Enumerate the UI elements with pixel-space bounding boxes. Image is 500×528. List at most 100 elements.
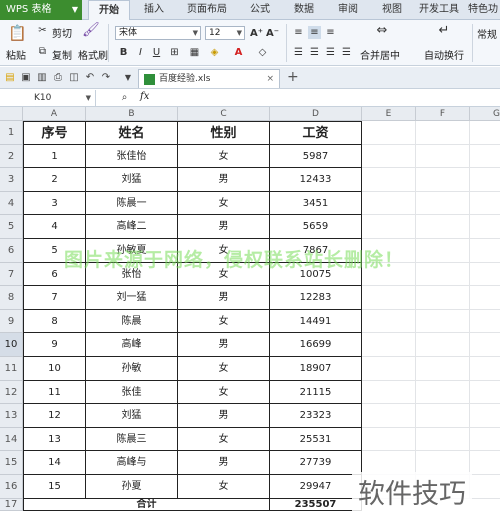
table-cell[interactable]: 女 xyxy=(178,357,270,381)
empty-cell[interactable] xyxy=(416,262,470,287)
table-cell[interactable]: 3451 xyxy=(270,191,362,216)
empty-cell[interactable] xyxy=(416,239,470,263)
tab-start[interactable]: 开始 xyxy=(88,0,130,20)
merge-cells-icon[interactable]: ▦ xyxy=(188,46,201,59)
table-cell[interactable]: 13 xyxy=(23,427,86,452)
empty-cell[interactable] xyxy=(470,263,500,287)
file-tab[interactable]: 百度经验.xls × xyxy=(138,69,280,88)
empty-cell[interactable] xyxy=(470,145,500,169)
table-cell[interactable]: 23323 xyxy=(270,404,362,428)
row-header-15[interactable]: 15 xyxy=(0,451,23,475)
table-cell[interactable]: 女 xyxy=(178,380,270,405)
table-cell[interactable]: 12 xyxy=(23,404,86,428)
empty-cell[interactable] xyxy=(416,404,470,428)
empty-cell[interactable] xyxy=(470,239,500,263)
row-header-4[interactable]: 4 xyxy=(0,191,23,216)
justify-icon[interactable]: ☰ xyxy=(340,46,353,59)
row-header-17[interactable]: 17 xyxy=(0,498,23,511)
export-icon[interactable]: ▥ xyxy=(36,71,48,84)
table-cell[interactable]: 16699 xyxy=(270,333,362,357)
empty-cell[interactable] xyxy=(470,357,500,381)
empty-cell[interactable] xyxy=(416,427,470,452)
table-cell[interactable]: 刘猛 xyxy=(86,168,178,192)
row-header-3[interactable]: 3 xyxy=(0,168,23,192)
empty-cell[interactable] xyxy=(362,121,416,145)
align-middle-icon[interactable]: ≡ xyxy=(308,26,321,39)
table-cell[interactable]: 12283 xyxy=(270,286,362,310)
empty-cell[interactable] xyxy=(416,286,470,310)
open-folder-icon[interactable]: ▤ xyxy=(4,71,16,84)
column-header-d[interactable]: D xyxy=(270,107,362,121)
empty-cell[interactable] xyxy=(362,144,416,169)
empty-cell[interactable] xyxy=(416,144,470,169)
cut-button[interactable]: 剪切 xyxy=(52,25,72,40)
empty-cell[interactable] xyxy=(362,380,416,405)
table-cell[interactable]: 高峰与 xyxy=(86,451,178,475)
tab-formula[interactable]: 公式 xyxy=(240,0,280,20)
tab-data[interactable]: 数据 xyxy=(284,0,324,20)
table-cell[interactable]: 女 xyxy=(178,427,270,452)
row-header-2[interactable]: 2 xyxy=(0,144,23,169)
row-header-8[interactable]: 8 xyxy=(0,286,23,310)
increase-font-icon[interactable]: A⁺ xyxy=(250,27,263,40)
table-cell[interactable]: 2 xyxy=(23,168,86,192)
empty-cell[interactable] xyxy=(470,475,500,499)
empty-cell[interactable] xyxy=(416,380,470,405)
tab-view[interactable]: 视图 xyxy=(372,0,412,20)
empty-cell[interactable] xyxy=(416,168,470,192)
close-icon[interactable]: × xyxy=(266,70,274,88)
align-bottom-icon[interactable]: ≡ xyxy=(324,26,337,39)
function-icon[interactable]: fx xyxy=(140,91,149,102)
empty-cell[interactable] xyxy=(470,121,500,145)
table-cell[interactable]: 21115 xyxy=(270,380,362,405)
empty-cell[interactable] xyxy=(362,286,416,310)
table-cell[interactable]: 10 xyxy=(23,357,86,381)
table-cell[interactable]: 高峰 xyxy=(86,333,178,357)
zoom-icon[interactable]: ⌕ xyxy=(118,91,131,104)
font-color-icon[interactable]: A xyxy=(232,46,245,59)
merge-center-button[interactable]: 合并居中 xyxy=(360,47,400,62)
empty-cell[interactable] xyxy=(362,404,416,428)
table-cell[interactable]: 11 xyxy=(23,380,86,405)
empty-cell[interactable] xyxy=(362,357,416,381)
empty-cell[interactable] xyxy=(470,192,500,216)
header-cell[interactable]: 序号 xyxy=(23,121,86,145)
table-cell[interactable]: 8 xyxy=(23,309,86,334)
table-cell[interactable]: 3 xyxy=(23,191,86,216)
row-header-12[interactable]: 12 xyxy=(0,380,23,405)
print-icon[interactable]: ⎙ xyxy=(52,71,64,84)
empty-cell[interactable] xyxy=(470,168,500,192)
underline-icon[interactable]: U xyxy=(150,46,163,59)
select-all-corner[interactable] xyxy=(0,107,23,121)
table-cell[interactable]: 5987 xyxy=(270,144,362,169)
table-cell[interactable]: 孙夏 xyxy=(86,475,178,499)
row-header-9[interactable]: 9 xyxy=(0,309,23,334)
table-cell[interactable]: 5659 xyxy=(270,215,362,239)
format-painter-button[interactable]: 格式刷 xyxy=(78,47,108,62)
table-cell[interactable]: 高峰二 xyxy=(86,215,178,239)
table-cell[interactable]: 18907 xyxy=(270,357,362,381)
empty-cell[interactable] xyxy=(470,404,500,428)
table-cell[interactable]: 女 xyxy=(178,191,270,216)
row-header-16[interactable]: 16 xyxy=(0,475,23,499)
row-header-6[interactable]: 6 xyxy=(0,239,23,263)
empty-cell[interactable] xyxy=(470,333,500,357)
decrease-font-icon[interactable]: A⁻ xyxy=(266,27,279,40)
row-header-7[interactable]: 7 xyxy=(0,262,23,287)
column-header-g[interactable]: G xyxy=(470,107,500,121)
add-tab-icon[interactable]: + xyxy=(287,69,299,85)
align-center-icon[interactable]: ☰ xyxy=(308,46,321,59)
table-cell[interactable]: 刘一猛 xyxy=(86,286,178,310)
empty-cell[interactable] xyxy=(416,357,470,381)
wps-app-button[interactable]: WPS 表格 ▼ xyxy=(0,0,82,20)
table-cell[interactable]: 9 xyxy=(23,333,86,357)
table-cell[interactable]: 陈晨三 xyxy=(86,427,178,452)
table-cell[interactable]: 陈晨一 xyxy=(86,191,178,216)
auto-wrap-button[interactable]: 自动换行 xyxy=(424,47,464,62)
table-cell[interactable]: 14491 xyxy=(270,309,362,334)
name-box[interactable]: K10 ▼ xyxy=(0,90,96,106)
tab-special[interactable]: 特色功 xyxy=(466,0,500,20)
tab-insert[interactable]: 插入 xyxy=(134,0,174,20)
empty-cell[interactable] xyxy=(362,427,416,452)
empty-cell[interactable] xyxy=(362,215,416,239)
